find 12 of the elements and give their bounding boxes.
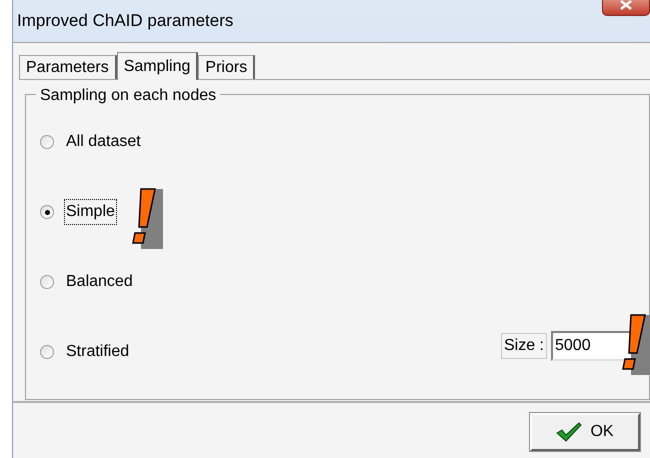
- tab[interactable]: Sampling: [116, 52, 198, 80]
- close-icon: [620, 0, 632, 10]
- window-title: Improved ChAID parameters: [17, 10, 234, 32]
- size-label: Size :: [500, 333, 547, 359]
- tab[interactable]: Priors: [198, 55, 256, 79]
- radio-option[interactable]: Balanced: [40, 269, 135, 295]
- tab[interactable]: Parameters: [19, 55, 117, 79]
- close-button[interactable]: [602, 0, 650, 16]
- radio-option[interactable]: All dataset: [40, 129, 143, 155]
- checkmark-icon: [556, 422, 582, 442]
- radio-option[interactable]: Stratified: [40, 339, 132, 365]
- ok-button[interactable]: OK: [530, 413, 640, 451]
